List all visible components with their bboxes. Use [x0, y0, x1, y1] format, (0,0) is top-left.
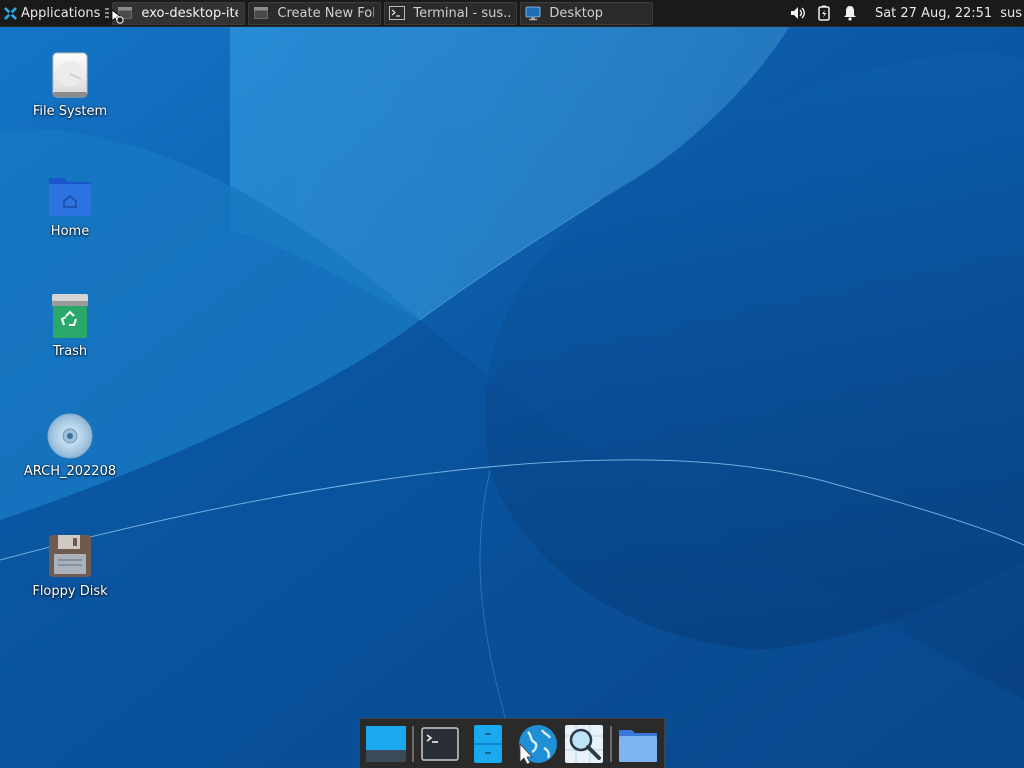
dock-separator — [610, 725, 612, 762]
task-button-terminal[interactable]: Terminal - sus... — [384, 1, 518, 25]
dock-terminal-button[interactable] — [416, 721, 464, 767]
task-label: exo-desktop-ite... — [141, 5, 238, 21]
dock-web-browser-button[interactable] — [512, 721, 560, 767]
top-panel: Applications exo-desktop-ite... Create N… — [0, 0, 1024, 27]
user-menu[interactable]: sus — [1000, 6, 1022, 21]
speaker-icon[interactable] — [789, 4, 807, 22]
desktop-icon-label: File System — [32, 104, 108, 119]
desktop-icon-file-system[interactable]: File System — [10, 52, 130, 119]
panel-separator — [105, 8, 110, 18]
floppy-disk-icon — [49, 535, 91, 577]
applications-label: Applications — [21, 5, 101, 21]
dock-app-finder-button[interactable] — [560, 721, 608, 767]
trash-icon — [52, 294, 88, 338]
dock-separator — [412, 725, 414, 762]
dock-home-folder-button[interactable] — [614, 721, 662, 767]
taskbar: exo-desktop-ite... Create New Fol... Ter… — [112, 0, 656, 26]
desktop-icon — [526, 6, 541, 21]
file-cabinet-icon — [474, 724, 502, 763]
task-button-exo-desktop[interactable]: exo-desktop-ite... — [112, 1, 246, 25]
globe-icon — [519, 724, 557, 764]
bell-icon[interactable] — [841, 4, 859, 22]
drive-harddisk-icon — [52, 52, 88, 98]
home-folder-icon — [49, 178, 91, 216]
xfce-logo-icon — [4, 6, 17, 20]
panel-clock[interactable]: Sat 27 Aug, 22:51 — [875, 6, 992, 21]
desktop-icon-home[interactable]: Home — [10, 172, 130, 239]
terminal-icon — [421, 726, 459, 761]
desktop-icon-label: Home — [50, 224, 90, 239]
applications-menu-button[interactable]: Applications — [0, 0, 104, 26]
optical-disc-icon — [47, 413, 93, 459]
desktop-icon-label: Floppy Disk — [32, 584, 108, 599]
show-desktop-icon — [366, 725, 406, 762]
window-icon — [254, 7, 269, 19]
bottom-dock — [359, 718, 665, 768]
task-button-create-new-folder[interactable]: Create New Fol... — [248, 1, 382, 25]
desktop-wallpaper — [0, 0, 1024, 768]
terminal-icon — [389, 6, 406, 20]
busy-cursor-icon — [111, 9, 124, 24]
system-tray: Sat 27 Aug, 22:51 sus — [785, 0, 1024, 26]
task-button-desktop[interactable]: Desktop — [520, 1, 654, 25]
desktop-icon-label: ARCH_202208 — [23, 464, 117, 479]
dock-show-desktop-button[interactable] — [362, 721, 410, 767]
magnifier-icon — [565, 724, 603, 763]
task-label: Terminal - sus... — [413, 5, 511, 21]
task-label: Desktop — [549, 5, 604, 21]
folder-icon — [619, 729, 657, 762]
task-label: Create New Fol... — [277, 5, 375, 21]
desktop-icon-arch-disc[interactable]: ARCH_202208 — [10, 412, 130, 479]
dock-file-manager-button[interactable] — [464, 721, 512, 767]
desktop-icon-floppy[interactable]: Floppy Disk — [10, 532, 130, 599]
desktop-icon-trash[interactable]: Trash — [10, 292, 130, 359]
battery-icon[interactable] — [815, 4, 833, 22]
desktop-icon-label: Trash — [52, 344, 88, 359]
